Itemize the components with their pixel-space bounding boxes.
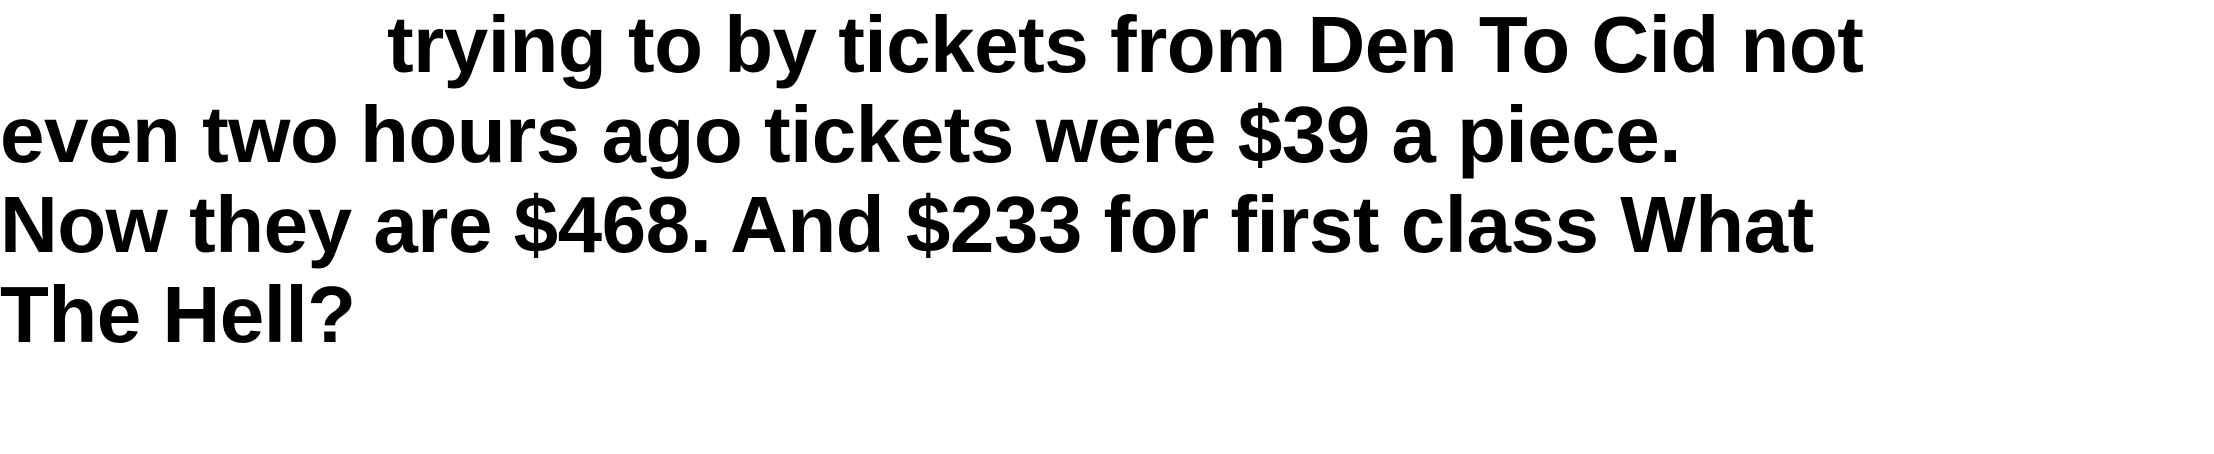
text-line-4: The Hell? bbox=[0, 270, 356, 359]
text-line-3: Now they are $468. And $233 for first cl… bbox=[0, 180, 1814, 269]
text-line-1: trying to by tickets from Den To Cid not bbox=[387, 0, 1864, 89]
text-line-2: even two hours ago tickets were $39 a pi… bbox=[0, 90, 1681, 179]
post-text-block: trying to by tickets from Den To Cid not… bbox=[0, 0, 2214, 360]
